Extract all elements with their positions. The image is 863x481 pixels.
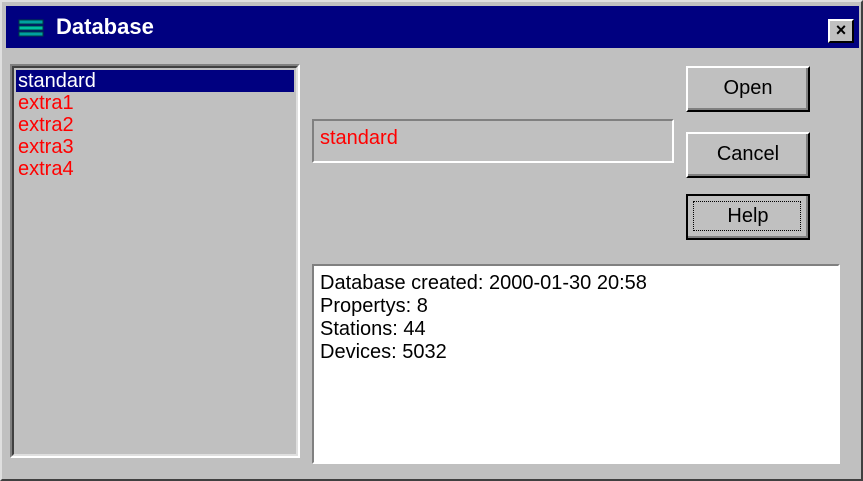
selected-database-field: standard xyxy=(312,119,674,163)
selected-database-value: standard xyxy=(320,127,398,149)
close-icon: × xyxy=(835,20,847,40)
database-listbox[interactable]: standard extra1 extra2 extra3 extra4 xyxy=(10,64,300,458)
list-item-extra3[interactable]: extra3 xyxy=(16,136,294,158)
database-info-box: Database created: 2000-01-30 20:58 Prope… xyxy=(312,264,840,464)
database-icon xyxy=(18,19,44,37)
list-item-standard[interactable]: standard xyxy=(16,70,294,92)
cancel-button[interactable]: Cancel xyxy=(686,132,810,178)
database-dialog: Database × standard extra1 extra2 extra3… xyxy=(0,0,863,481)
list-item-extra4[interactable]: extra4 xyxy=(16,158,294,180)
title-bar[interactable]: Database × xyxy=(6,6,859,48)
info-created: Database created: 2000-01-30 20:58 xyxy=(320,272,647,294)
focus-ring xyxy=(693,201,801,231)
database-list: standard extra1 extra2 extra3 extra4 xyxy=(16,70,294,452)
close-button[interactable]: × xyxy=(828,19,854,43)
info-properties: Propertys: 8 xyxy=(320,295,428,317)
window-title: Database xyxy=(56,14,154,39)
open-button[interactable]: Open xyxy=(686,66,810,112)
help-button[interactable]: Help xyxy=(686,194,810,240)
info-stations: Stations: 44 xyxy=(320,318,426,340)
list-item-extra2[interactable]: extra2 xyxy=(16,114,294,136)
help-button-label: Help xyxy=(727,205,769,227)
info-devices: Devices: 5032 xyxy=(320,341,447,363)
database-info-text: Database created: 2000-01-30 20:58 Prope… xyxy=(320,272,647,364)
list-item-extra1[interactable]: extra1 xyxy=(16,92,294,114)
